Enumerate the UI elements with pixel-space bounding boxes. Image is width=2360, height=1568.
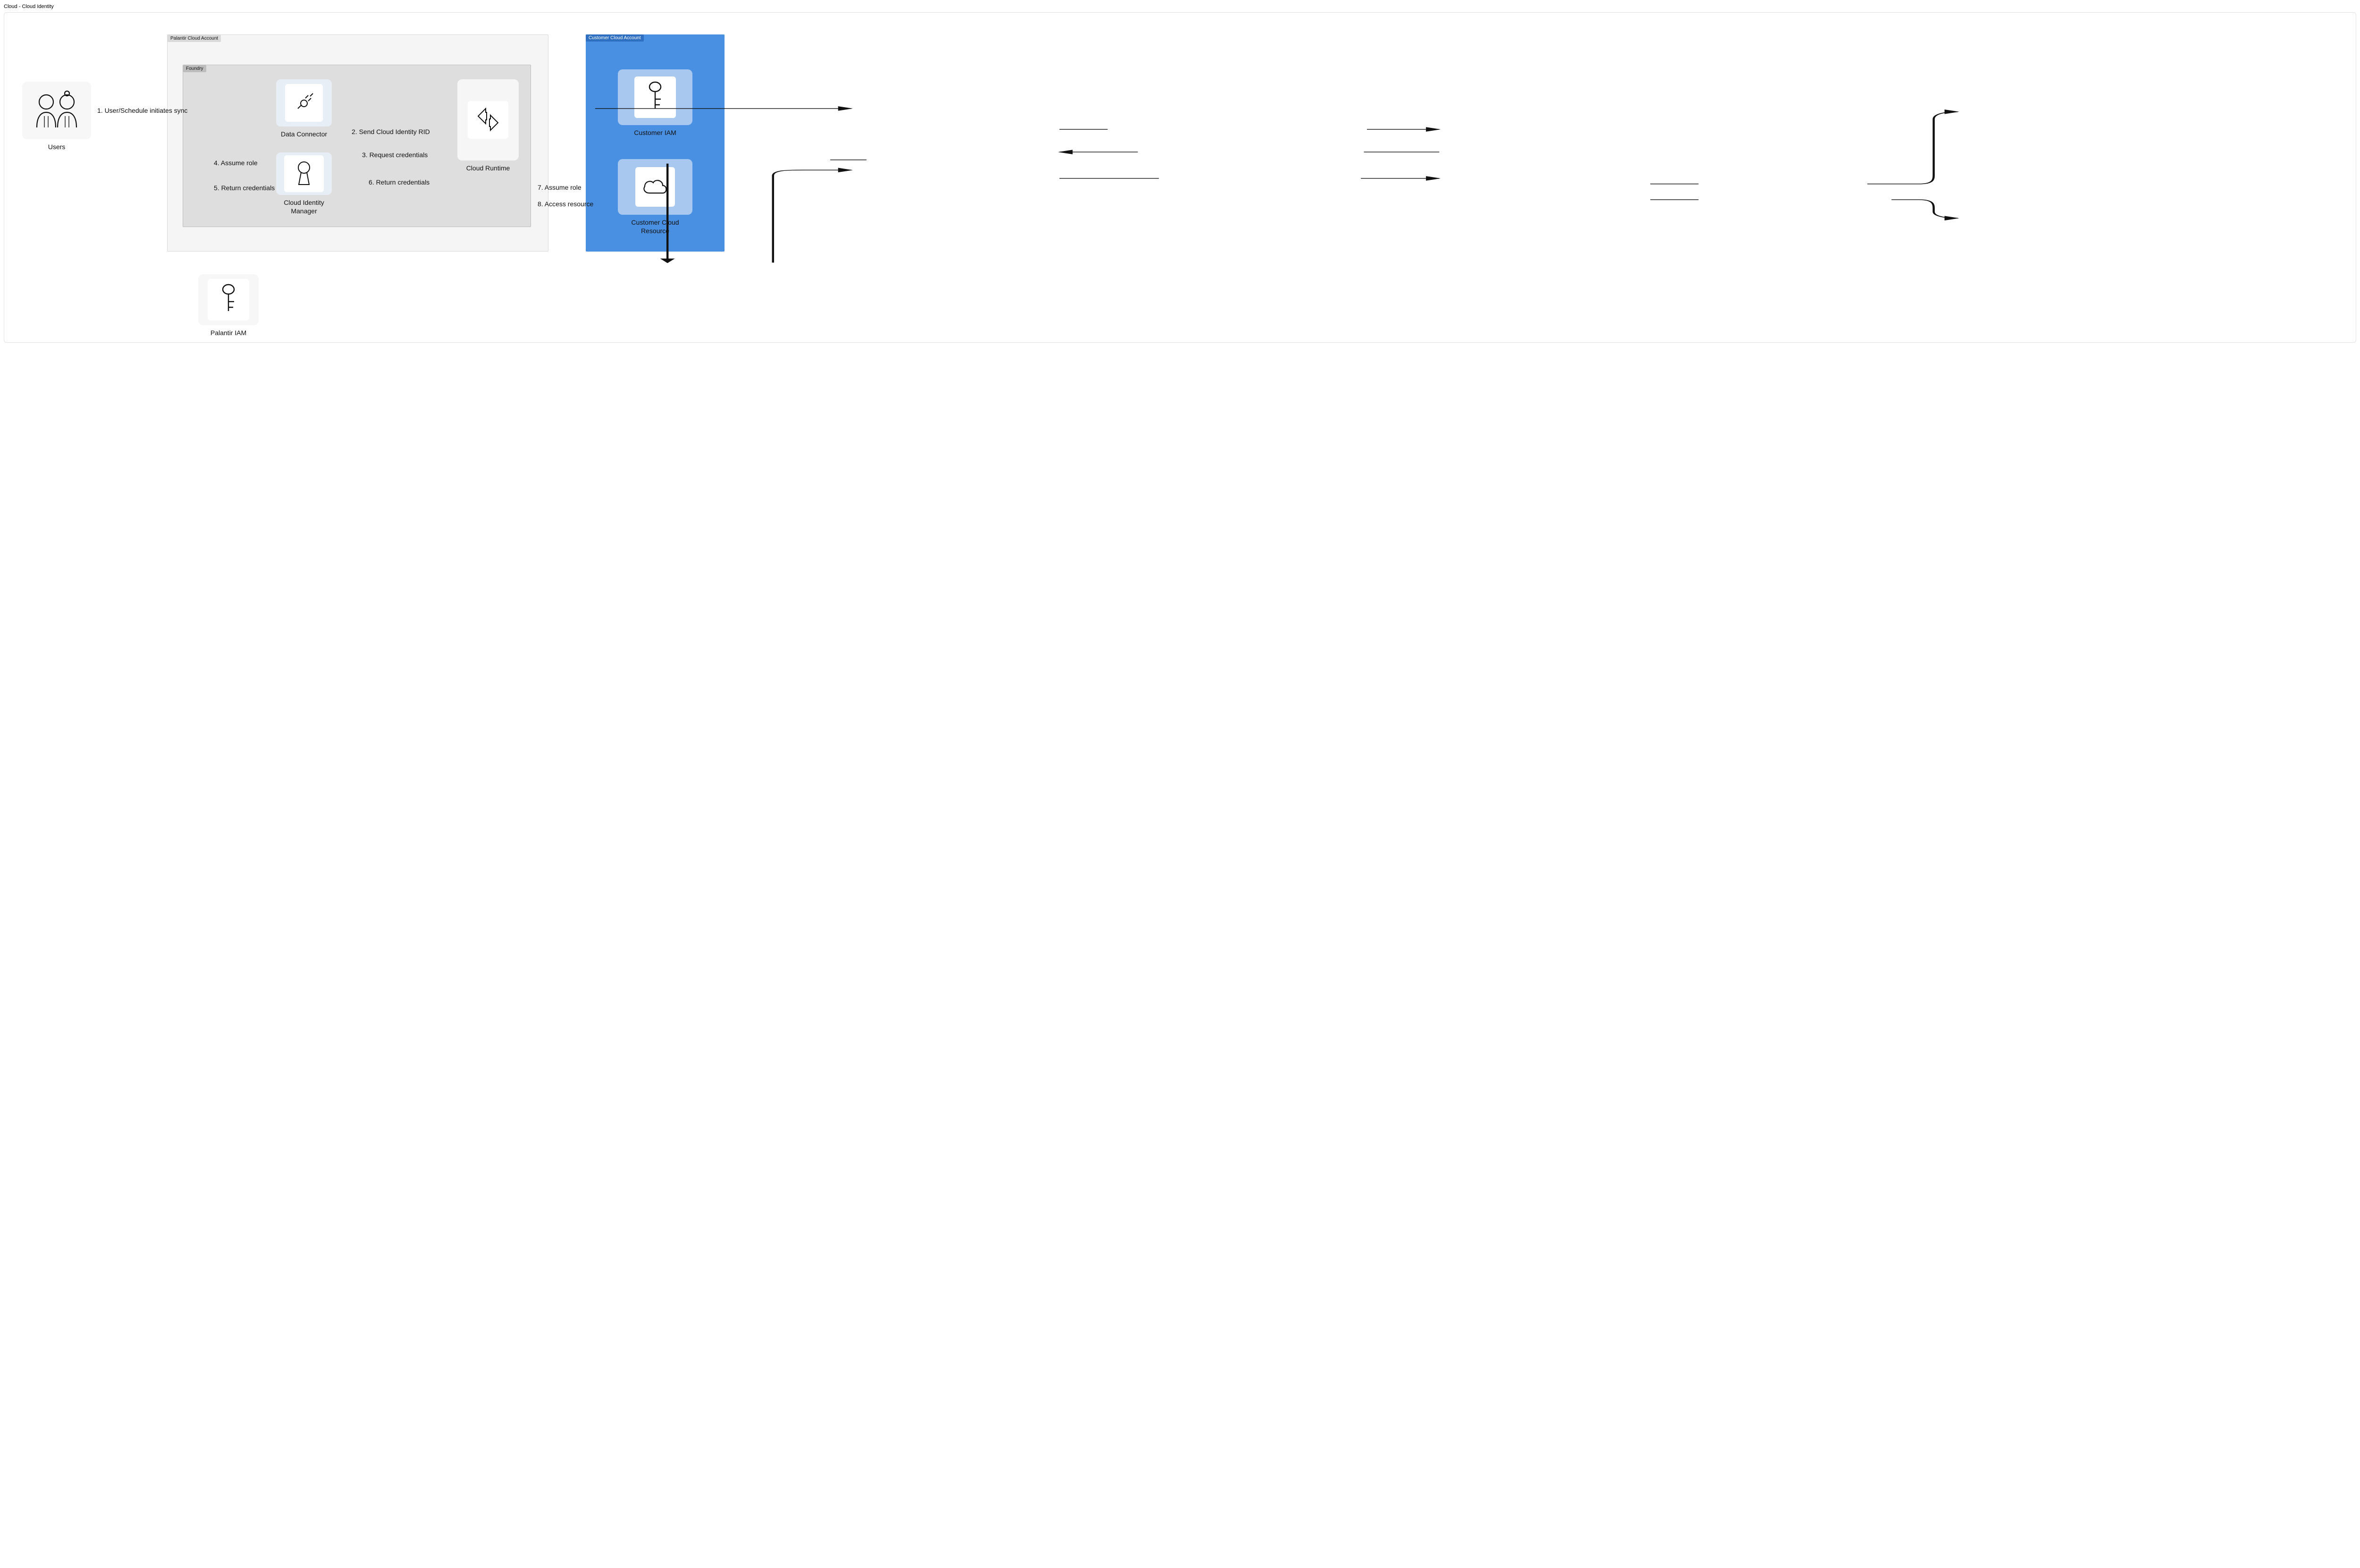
step-5-label: 5. Return credentials	[214, 184, 275, 192]
node-cim-label: Cloud Identity Manager	[284, 199, 324, 215]
region-label-foundry: Foundry	[183, 65, 206, 72]
node-cloud-identity-manager: Cloud Identity Manager	[276, 152, 332, 215]
node-data-connector: Data Connector	[276, 79, 332, 139]
step-4-label: 4. Assume role	[214, 159, 258, 167]
diagram-frame: Palantir Cloud Account Foundry Customer …	[4, 12, 2356, 343]
step-6-label: 6. Return credentials	[369, 178, 430, 186]
node-users-label: Users	[48, 143, 66, 152]
node-cloud-runtime: Cloud Runtime	[457, 79, 519, 173]
step-1-label: 1. User/Schedule initiates sync	[97, 107, 187, 114]
node-users: Users	[22, 82, 91, 152]
region-label-palantir: Palantir Cloud Account	[168, 35, 221, 42]
node-cloud-runtime-label: Cloud Runtime	[466, 164, 510, 173]
region-label-customer: Customer Cloud Account	[586, 34, 644, 42]
node-data-connector-label: Data Connector	[281, 130, 327, 139]
node-customer-iam-label: Customer IAM	[634, 129, 676, 137]
page-title: Cloud - Cloud Identity	[4, 4, 2356, 9]
arrows-exchange-icon	[473, 105, 503, 135]
key-icon	[642, 80, 668, 115]
users-icon	[28, 89, 85, 133]
node-customer-cloud-resource: Customer Cloud Resource	[618, 159, 692, 235]
keyhole-icon	[292, 159, 316, 189]
step-8-label: 8. Access resource	[538, 200, 593, 208]
step-7-label: 7. Assume role	[538, 184, 582, 191]
node-palantir-iam: Palantir IAM	[198, 274, 259, 337]
node-ccr-label: Customer Cloud Resource	[631, 219, 679, 235]
node-customer-iam: Customer IAM	[618, 69, 692, 137]
node-palantir-iam-label: Palantir IAM	[211, 329, 246, 337]
step-3-label: 3. Request credentials	[362, 151, 428, 159]
step-2-label: 2. Send Cloud Identity RID	[352, 128, 430, 135]
cloud-icon	[640, 175, 670, 199]
key-icon	[215, 283, 242, 317]
plug-icon	[291, 90, 317, 117]
